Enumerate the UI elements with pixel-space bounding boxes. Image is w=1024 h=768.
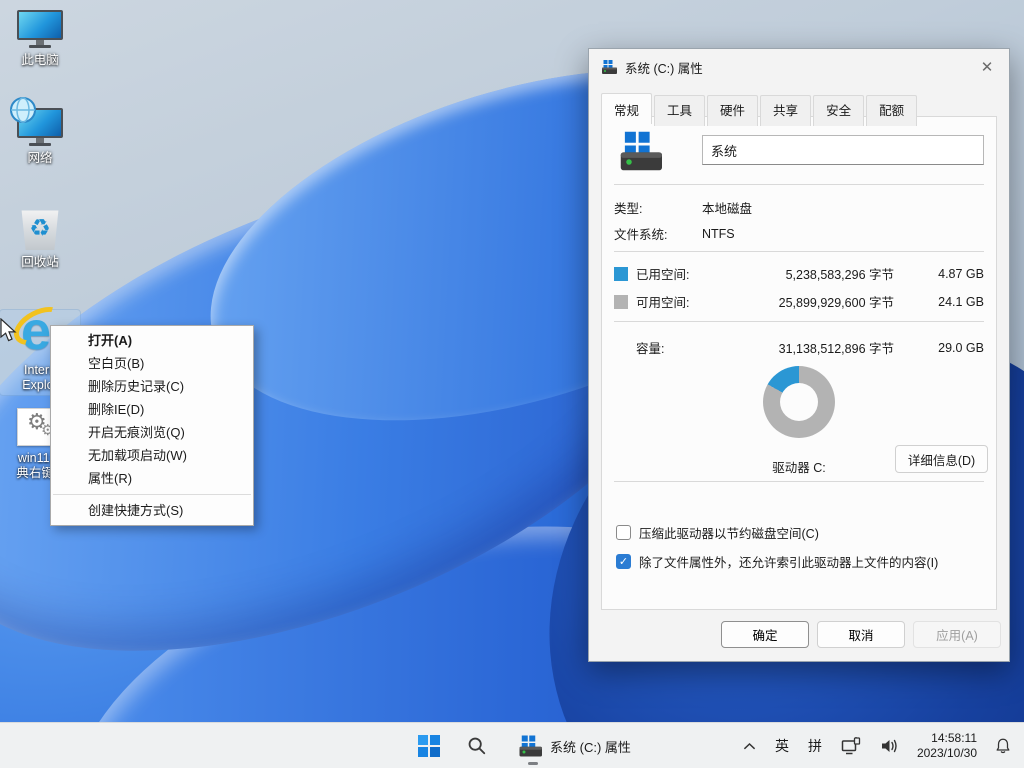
disk-usage-donut [763, 366, 835, 438]
desktop-icon-network[interactable]: 网络 [0, 108, 80, 166]
used-space-swatch [614, 267, 628, 281]
taskbar-center: 系统 (C:) 属性 [410, 723, 643, 768]
windows-logo-icon [418, 735, 440, 757]
menu-item-create-shortcut[interactable]: 创建快捷方式(S) [51, 499, 253, 522]
desktop-icon-label: 回收站 [21, 255, 59, 270]
dialog-footer: 确定 取消 应用(A) [589, 608, 1009, 661]
ime-language-button[interactable]: 英 [769, 726, 795, 766]
type-label: 类型: [614, 198, 702, 217]
bell-icon [994, 737, 1012, 755]
ime-mode-button[interactable]: 拼 [802, 726, 828, 766]
menu-item-blank-page[interactable]: 空白页(B) [51, 352, 253, 375]
index-checkbox-label: 除了文件属性外，还允许索引此驱动器上文件的内容(I) [639, 552, 938, 571]
free-space-size: 24.1 GB [908, 295, 984, 309]
tab-general[interactable]: 常规 [601, 93, 652, 124]
desktop-icon-recycle-bin[interactable]: ♻ 回收站 [0, 208, 80, 270]
running-indicator [528, 762, 538, 765]
menu-item-delete-history[interactable]: 删除历史记录(C) [51, 375, 253, 398]
taskbar-app-label: 系统 (C:) 属性 [550, 737, 631, 756]
tab-page-general: 类型: 本地磁盘 文件系统: NTFS 已用空间: 5,238,583,296 … [601, 116, 997, 610]
volume-label-input[interactable] [702, 135, 984, 165]
drive-caption: 驱动器 C: [772, 457, 825, 476]
dialog-title: 系统 (C:) 属性 [625, 58, 703, 77]
close-icon[interactable]: ✕ [971, 53, 1003, 81]
used-space-row: 已用空间: 5,238,583,296 字节 4.87 GB [614, 265, 984, 282]
filesystem-label: 文件系统: [614, 224, 702, 243]
capacity-label: 容量: [636, 338, 732, 357]
this-pc-icon [17, 10, 63, 48]
menu-item-no-addons[interactable]: 无加载项启动(W) [51, 444, 253, 467]
tray-time: 14:58:11 [917, 731, 977, 746]
type-value: 本地磁盘 [702, 198, 752, 217]
globe-icon [9, 96, 37, 124]
tab-hardware[interactable]: 硬件 [707, 95, 758, 126]
system-tray: 英 拼 14:58:11 2023/10/30 [737, 723, 1018, 768]
tab-tools[interactable]: 工具 [654, 95, 705, 126]
desktop: 此电脑 网络 ♻ 回收站 e Intern Explor [0, 0, 1024, 768]
network-tray-button[interactable] [835, 726, 867, 766]
apply-button[interactable]: 应用(A) [913, 621, 1001, 648]
volume-tray-button[interactable] [874, 726, 906, 766]
speaker-icon [880, 737, 900, 755]
capacity-row: 容量: 31,138,512,896 字节 29.0 GB [614, 339, 984, 356]
context-menu: 打开(A) 空白页(B) 删除历史记录(C) 删除IE(D) 开启无痕浏览(Q)… [50, 325, 254, 526]
menu-item-delete-ie[interactable]: 删除IE(D) [51, 398, 253, 421]
free-space-row: 可用空间: 25,899,929,600 字节 24.1 GB [614, 293, 984, 310]
taskbar-app-properties[interactable]: 系统 (C:) 属性 [506, 726, 643, 766]
drive-icon-large [618, 129, 662, 173]
desktop-icon-label: 网络 [27, 151, 52, 166]
divider [614, 251, 984, 252]
free-space-bytes: 25,899,929,600 字节 [732, 292, 908, 311]
menu-item-open[interactable]: 打开(A) [51, 329, 253, 352]
drive-icon [601, 59, 617, 75]
clock[interactable]: 14:58:11 2023/10/30 [913, 731, 981, 761]
filesystem-row: 文件系统: NTFS [614, 225, 984, 242]
chevron-up-icon [743, 742, 756, 751]
cancel-button[interactable]: 取消 [817, 621, 905, 648]
compress-checkbox[interactable]: ✓ [616, 525, 631, 540]
used-space-size: 4.87 GB [908, 267, 984, 281]
ethernet-icon [841, 737, 861, 755]
tab-quota[interactable]: 配额 [866, 95, 917, 126]
dialog-tabs: 常规 工具 硬件 共享 安全 配额 [601, 93, 919, 124]
filesystem-value: NTFS [702, 227, 735, 241]
network-icon [17, 108, 63, 146]
type-row: 类型: 本地磁盘 [614, 199, 984, 216]
tray-overflow-button[interactable] [737, 726, 762, 766]
used-space-bytes: 5,238,583,296 字节 [732, 264, 908, 283]
divider [614, 321, 984, 322]
menu-separator [53, 494, 251, 495]
divider [614, 184, 984, 185]
tab-sharing[interactable]: 共享 [760, 95, 811, 126]
notification-center-button[interactable] [988, 726, 1018, 766]
free-space-swatch [614, 295, 628, 309]
dialog-titlebar[interactable]: 系统 (C:) 属性 ✕ [589, 49, 1009, 85]
menu-item-properties[interactable]: 属性(R) [51, 467, 253, 490]
tray-date: 2023/10/30 [917, 746, 977, 761]
capacity-bytes: 31,138,512,896 字节 [732, 338, 908, 357]
index-checkbox-row[interactable]: ✓ 除了文件属性外，还允许索引此驱动器上文件的内容(I) [616, 552, 938, 571]
drive-icon [518, 734, 542, 758]
compress-checkbox-label: 压缩此驱动器以节约磁盘空间(C) [639, 523, 819, 542]
desktop-icon-label: 此电脑 [21, 53, 59, 68]
properties-dialog: 系统 (C:) 属性 ✕ 常规 工具 硬件 共享 安全 配额 [588, 48, 1010, 662]
compress-checkbox-row[interactable]: ✓ 压缩此驱动器以节约磁盘空间(C) [616, 523, 819, 542]
tab-security[interactable]: 安全 [813, 95, 864, 126]
details-button[interactable]: 详细信息(D) [895, 445, 988, 473]
desktop-icon-this-pc[interactable]: 此电脑 [0, 10, 80, 68]
recycle-bin-icon: ♻ [20, 208, 60, 250]
mouse-cursor [0, 318, 20, 344]
menu-item-inprivate[interactable]: 开启无痕浏览(Q) [51, 421, 253, 444]
donut-hole [780, 383, 818, 421]
used-space-label: 已用空间: [636, 264, 732, 283]
taskbar: 系统 (C:) 属性 英 拼 [0, 722, 1024, 768]
start-button[interactable] [410, 726, 448, 766]
ok-button[interactable]: 确定 [721, 621, 809, 648]
search-button[interactable] [458, 726, 496, 766]
search-icon [467, 736, 487, 756]
divider [614, 481, 984, 482]
index-checkbox[interactable]: ✓ [616, 554, 631, 569]
capacity-size: 29.0 GB [908, 341, 984, 355]
free-space-label: 可用空间: [636, 292, 732, 311]
